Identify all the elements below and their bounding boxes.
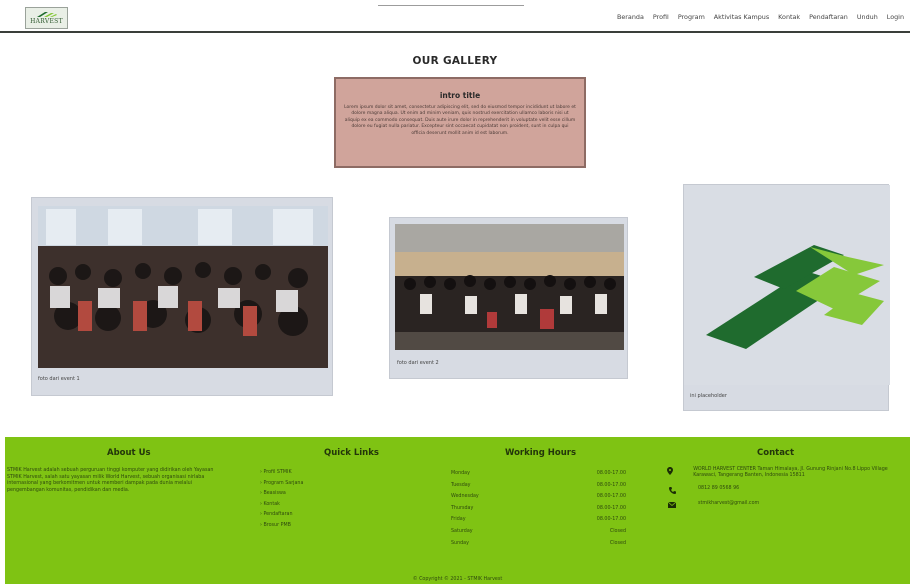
event-1-caption: foto dari event 1	[38, 376, 80, 382]
about-us-text: STMIK Harvest adalah sebuah perguruan ti…	[7, 468, 214, 493]
phone-icon	[665, 486, 679, 494]
hours-day: Wednesday	[451, 494, 479, 500]
hours-time: 08.00-17.00	[596, 471, 626, 476]
contact-address-text: WORLD HARVEST CENTER Taman Himalaya, Jl.…	[693, 467, 888, 479]
contact-email-text[interactable]: stmikharvest@gmail.com	[698, 501, 759, 507]
working-hours-title: Working Hours	[505, 448, 577, 458]
hours-day: Monday	[451, 471, 470, 476]
nav-kontak[interactable]: Kontak	[778, 13, 800, 21]
nav-beranda[interactable]: Beranda	[617, 13, 644, 21]
hours-day: Saturday	[451, 528, 473, 534]
intro-title: intro title	[439, 91, 481, 100]
envelope-icon	[665, 501, 679, 509]
nav-program[interactable]: Program	[678, 13, 705, 21]
main-nav: Beranda Profil Program Aktivitas Kampus …	[617, 13, 904, 21]
nav-unduh[interactable]: Unduh	[857, 13, 878, 21]
placeholder-caption: ini placeholder	[690, 393, 727, 399]
hours-time: 08.00-17.00	[596, 505, 626, 511]
gallery-card-event-2[interactable]: foto dari event 2	[389, 217, 628, 379]
nav-pendaftaran[interactable]: Pendaftaran	[809, 13, 848, 21]
hours-row: Friday 08.00-17.00	[451, 514, 626, 526]
hours-day: Tuesday	[451, 482, 471, 488]
logo-text: HARVEST	[30, 18, 63, 25]
site-header: HARVEST Beranda Profil Program Aktivitas…	[0, 0, 910, 33]
hours-row: Wednesday 08.00-17.00	[451, 491, 626, 503]
contact-address: WORLD HARVEST CENTER Taman Himalaya, Jl.…	[665, 467, 895, 479]
about-us-title: About Us	[107, 448, 151, 458]
contact-list: WORLD HARVEST CENTER Taman Himalaya, Jl.…	[665, 467, 895, 516]
hours-day: Sunday	[451, 540, 469, 546]
gallery-card-event-1[interactable]: foto dari event 1	[31, 197, 333, 396]
quick-link-brosur-pmb[interactable]: › Brosur PMB	[260, 521, 303, 532]
contact-title: Contact	[757, 448, 795, 458]
gallery-card-placeholder[interactable]: ini placeholder	[683, 184, 890, 411]
hours-row: Saturday Closed	[451, 526, 626, 538]
location-pin-icon	[665, 467, 674, 475]
intro-text: Lorem ipsum dolor sit amet, consectetur …	[344, 105, 576, 136]
contact-phone-text[interactable]: 0812 89 0568 96	[698, 486, 739, 492]
hours-row: Thursday 08.00-17.00	[451, 503, 626, 515]
quick-link-profil-stmik[interactable]: › Profil STMIK	[260, 468, 303, 479]
harvest-logo[interactable]: HARVEST	[25, 7, 68, 29]
event-1-photo	[38, 206, 328, 368]
hours-time: 08.00-17.00	[596, 517, 626, 523]
hours-time: 08.00-17.00	[596, 494, 626, 500]
nav-aktivitas-kampus[interactable]: Aktivitas Kampus	[714, 13, 769, 21]
working-hours-table: Monday 08.00-17.00 Tuesday 08.00-17.00 Wed…	[451, 468, 626, 549]
hours-day: Friday	[451, 517, 466, 523]
hours-time: 08.00-17.00	[596, 482, 626, 488]
event-2-caption: foto dari event 2	[397, 360, 439, 366]
copyright-text: © Copyright © 2021 - STMIK Harvest	[412, 577, 503, 582]
quick-links-list: › Profil STMIK › Program Sarjana › Beasi…	[260, 468, 303, 532]
intro-box: intro title Lorem ipsum dolor sit amet, …	[334, 77, 586, 168]
nav-login[interactable]: Login	[887, 13, 904, 21]
gallery-title: OUR GALLERY	[412, 55, 498, 67]
quick-links-title: Quick Links	[324, 448, 379, 458]
placeholder-photo	[684, 185, 890, 385]
quick-link-beasiswa[interactable]: › Beasiswa	[260, 489, 303, 500]
harvest-logo-mark-icon	[36, 12, 57, 17]
hours-day: Thursday	[451, 505, 474, 511]
quick-link-pendaftaran[interactable]: › Pendaftaran	[260, 510, 303, 521]
event-2-photo	[395, 224, 624, 350]
quick-link-kontak[interactable]: › Kontak	[260, 500, 303, 511]
contact-phone: 0812 89 0568 96	[665, 486, 895, 494]
site-footer: About Us STMIK Harvest adalah sebuah per…	[5, 437, 910, 584]
hours-time: Closed	[609, 528, 626, 534]
hours-time: Closed	[609, 540, 626, 546]
nav-profil[interactable]: Profil	[653, 13, 669, 21]
header-divider-line	[378, 5, 524, 6]
contact-email: stmikharvest@gmail.com	[665, 501, 895, 509]
harvest-logo-placeholder-icon	[706, 245, 884, 349]
quick-link-program-sarjana[interactable]: › Program Sarjana	[260, 479, 303, 490]
hours-row: Tuesday 08.00-17.00	[451, 480, 626, 492]
hours-row: Monday 08.00-17.00	[451, 468, 626, 480]
hours-row: Sunday Closed	[451, 538, 626, 550]
